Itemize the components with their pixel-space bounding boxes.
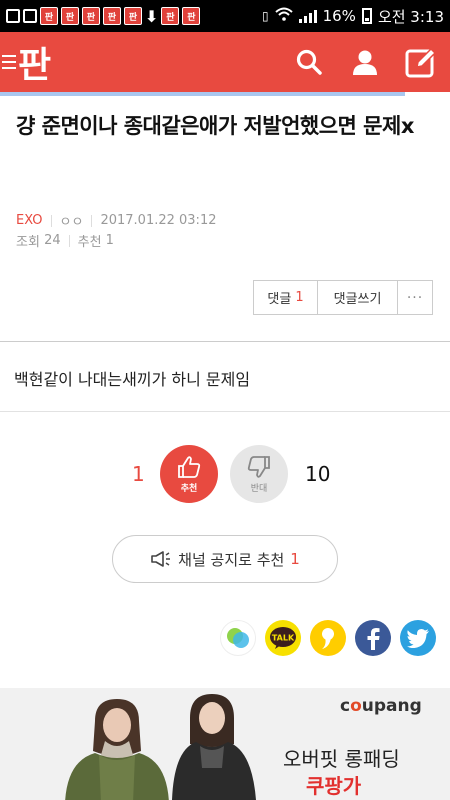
battery-percent: 16% <box>322 7 356 25</box>
app-header: 판 <box>0 32 450 92</box>
notification-icons: 판 판 판 판 판 ⬇ 판 판 <box>6 6 201 26</box>
write-comment-button[interactable]: 댓글쓰기 <box>318 281 398 314</box>
share-kakaotalk-button[interactable]: TALK <box>265 620 301 656</box>
upvote-button[interactable]: 추천 <box>160 445 218 503</box>
ad-brand: coupang <box>340 696 422 716</box>
edit-icon <box>405 47 437 78</box>
comment-bar: 댓글 1 댓글쓰기 ··· <box>253 280 433 315</box>
status-bar: 판 판 판 판 판 ⬇ 판 판 ▯ 16% 오전 3:13 <box>0 0 450 32</box>
upvote-count: 1 <box>132 462 145 486</box>
signal-icon <box>298 9 317 23</box>
ad-brand-o: o <box>350 696 362 716</box>
recommends-count: 1 <box>105 233 114 248</box>
share-band-button[interactable] <box>220 620 256 656</box>
pann-notification-icon: 판 <box>40 7 58 25</box>
comments-count: 1 <box>295 290 304 305</box>
thumbs-down-icon <box>247 455 270 478</box>
downvote-button[interactable]: 반대 <box>230 445 288 503</box>
scroll-progress <box>0 92 405 96</box>
ad-subheadline: 쿠팡가 <box>306 774 362 798</box>
divider <box>0 341 450 342</box>
battery-icon <box>361 8 372 24</box>
ad-brand-pre: c <box>340 696 351 716</box>
download-icon: ⬇ <box>145 6 159 26</box>
notice-count: 1 <box>290 550 300 568</box>
views-label: 조회 <box>16 235 40 250</box>
share-twitter-button[interactable] <box>400 620 436 656</box>
kakaostory-icon <box>322 628 334 649</box>
views-count: 24 <box>44 233 61 248</box>
ad-brand-post: upang <box>361 696 422 716</box>
image-notification-icon <box>23 9 37 23</box>
pann-notification-icon: 판 <box>161 7 180 25</box>
megaphone-icon <box>151 551 171 567</box>
ad-banner[interactable]: coupang 오버핏 롱패딩 쿠팡가 <box>0 688 450 800</box>
more-button[interactable]: ··· <box>398 281 432 314</box>
divider <box>0 411 450 412</box>
band-icon <box>227 628 249 648</box>
profile-button[interactable] <box>348 45 382 79</box>
search-button[interactable] <box>292 45 326 79</box>
kakaotalk-text: TALK <box>272 634 295 643</box>
article-body: 백현같이 나대는새끼가 하니 문제임 <box>14 370 251 389</box>
user-icon <box>353 50 377 75</box>
vibrate-icon: ▯ <box>261 9 269 23</box>
pann-logo[interactable]: 판 <box>18 36 51 88</box>
comments-button[interactable]: 댓글 1 <box>254 281 318 314</box>
channel-notice-recommend-button[interactable]: 채널 공지로 추천 1 <box>112 535 338 583</box>
thumbs-up-icon <box>178 455 201 478</box>
pann-notification-icon: 판 <box>61 7 79 25</box>
write-button[interactable] <box>404 45 438 79</box>
header-actions <box>292 45 438 79</box>
article-meta: EXO ㅇㅇ 2017.01.22 03:12 <box>16 211 216 230</box>
author: ㅇㅇ <box>59 215 84 230</box>
downvote-label: 반대 <box>250 483 268 494</box>
pann-notification-icon: 판 <box>103 7 121 25</box>
upvote-label: 추천 <box>180 483 198 494</box>
downvote-count: 10 <box>305 462 331 486</box>
wifi-icon <box>274 7 293 25</box>
pann-notification-icon: 판 <box>124 7 142 25</box>
page-title: 걍 준면이나 종대같은애가 저발언했으면 문제x <box>16 114 414 138</box>
share-facebook-button[interactable] <box>355 620 391 656</box>
pann-notification-icon: 판 <box>182 7 201 25</box>
back-notification-icon <box>6 9 20 23</box>
ad-headline: 오버핏 롱패딩 <box>283 747 400 771</box>
menu-icon[interactable] <box>2 55 16 69</box>
post-date: 2017.01.22 03:12 <box>100 213 217 228</box>
search-icon <box>296 49 322 75</box>
kakaotalk-icon: TALK <box>270 627 296 649</box>
article-stats: 조회 24 추천 1 <box>16 231 114 250</box>
category-link[interactable]: EXO <box>16 213 43 228</box>
pann-notification-icon: 판 <box>82 7 100 25</box>
recommends-label: 추천 <box>77 235 102 250</box>
facebook-icon <box>367 628 380 650</box>
status-right: ▯ 16% 오전 3:13 <box>262 6 444 27</box>
twitter-icon <box>407 629 429 648</box>
share-kakaostory-button[interactable] <box>310 620 346 656</box>
notice-label: 채널 공지로 추천 <box>178 550 285 569</box>
model-photo <box>172 694 256 800</box>
model-photo <box>65 699 169 800</box>
clock: 오전 3:13 <box>377 7 444 26</box>
comments-label: 댓글 <box>267 292 292 307</box>
